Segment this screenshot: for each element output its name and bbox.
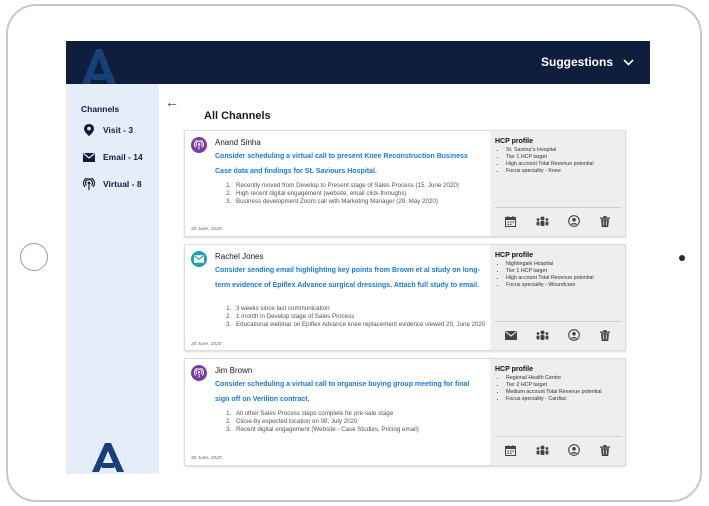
delete-icon[interactable] (598, 443, 612, 457)
suggestion-card[interactable]: Rachel Jones Consider sending email high… (184, 244, 626, 351)
contact-name: Anand Sinha (215, 138, 261, 147)
suggestion-message[interactable]: Consider scheduling a virtual call to or… (215, 377, 483, 407)
card-date: 30 June, 2020 (191, 456, 222, 461)
hcp-profile-item: High account Total Revenue potential (506, 161, 626, 168)
suggestions-dropdown[interactable]: Suggestions (541, 55, 634, 69)
sidebar-item-label: Virtual - 8 (103, 179, 142, 189)
contact-profile-icon[interactable] (567, 328, 581, 342)
brand-logo (82, 49, 116, 84)
hcp-profile-list: Regional Health Centre Tier 2 HCP target… (495, 375, 626, 403)
suggestion-card[interactable]: Anand Sinha Consider scheduling a virtua… (184, 130, 626, 237)
top-bar: Suggestions (66, 41, 650, 84)
camera-dot (679, 255, 685, 261)
hcp-profile-item: Focus speciality - Cardiac (506, 396, 626, 403)
reason-item: Business development Zoom call with Mark… (233, 198, 488, 206)
suggestion-message[interactable]: Consider scheduling a virtual call to pr… (215, 149, 483, 179)
app-screen: Suggestions Channels Visit - 3 Email - 1… (66, 41, 650, 474)
card-actions (495, 207, 621, 228)
suggestion-card[interactable]: Jim Brown Consider scheduling a virtual … (184, 358, 626, 466)
calendar-icon[interactable] (504, 214, 518, 228)
email-channel-icon (191, 251, 207, 267)
reason-item: Close-by expected location on 08, July 2… (233, 418, 488, 426)
hcp-profile-panel: HCP profile Regional Health Centre Tier … (491, 359, 625, 465)
contact-name: Jim Brown (215, 366, 253, 375)
channels-sidebar: Channels Visit - 3 Email - 14 Virtual - … (66, 84, 159, 474)
hcp-profile-item: Focus speciality - Knee (506, 168, 626, 175)
hcp-profile-item: Nightingale Hospital (506, 261, 626, 268)
card-body: Jim Brown Consider scheduling a virtual … (185, 359, 490, 465)
reason-list: All other Sales Process steps complete f… (215, 410, 488, 434)
brand-logo-bottom (92, 443, 124, 472)
hcp-profile-item: Tier 2 HCP target (506, 382, 626, 389)
sidebar-item-label: Email - 14 (103, 152, 143, 162)
contact-profile-icon[interactable] (567, 443, 581, 457)
reason-item: Educational webinar on Epiflex Advance k… (233, 321, 488, 329)
home-button[interactable] (20, 243, 48, 271)
delete-icon[interactable] (598, 328, 612, 342)
sidebar-item-virtual[interactable]: Virtual - 8 (83, 178, 142, 190)
group-icon[interactable] (535, 214, 549, 228)
hcp-profile-item: Regional Health Centre (506, 375, 626, 382)
card-actions (495, 436, 621, 457)
suggestion-message[interactable]: Consider sending email highlighting key … (215, 263, 483, 293)
suggestions-label: Suggestions (540, 55, 613, 69)
back-arrow-icon[interactable]: ← (165, 94, 179, 110)
envelope-icon (83, 151, 95, 163)
card-body: Rachel Jones Consider sending email high… (185, 245, 490, 350)
broadcast-icon (83, 178, 95, 190)
reason-item: 1 month in Develop stage of Sales Proces… (233, 313, 488, 321)
card-date: 30 June, 2020 (191, 342, 222, 347)
location-pin-icon (83, 124, 95, 136)
delete-icon[interactable] (598, 214, 612, 228)
reason-item: Recent digital engagement (Website - Cas… (233, 426, 488, 434)
virtual-channel-icon (191, 137, 207, 153)
calendar-icon[interactable] (504, 443, 518, 457)
hcp-profile-title: HCP profile (495, 252, 533, 259)
sidebar-item-label: Visit - 3 (103, 125, 134, 135)
reason-item: High recent digital engagement (website,… (233, 190, 488, 198)
sidebar-item-visit[interactable]: Visit - 3 (83, 124, 133, 136)
hcp-profile-item: Focus speciality - Woundcare (506, 282, 626, 289)
sidebar-item-email[interactable]: Email - 14 (83, 151, 143, 163)
hcp-profile-list: Nightingale Hospital Tier 1 HCP target H… (495, 261, 626, 289)
card-actions (495, 321, 621, 342)
sidebar-title: Channels (81, 104, 120, 114)
hcp-profile-title: HCP profile (495, 138, 533, 145)
page-title: All Channels (204, 110, 271, 122)
hcp-profile-panel: HCP profile Nightingale Hospital Tier 1 … (491, 245, 625, 350)
reason-item: All other Sales Process steps complete f… (233, 410, 488, 418)
group-icon[interactable] (535, 443, 549, 457)
hcp-profile-list: St. Saviour's Hospital Tier 1 HCP target… (495, 147, 626, 175)
hcp-profile-title: HCP profile (495, 366, 533, 373)
hcp-profile-item: High account Total Revenue potential (506, 275, 626, 282)
card-body: Anand Sinha Consider scheduling a virtua… (185, 131, 490, 236)
group-icon[interactable] (535, 328, 549, 342)
reason-list: 3 weeks since last communication 1 month… (215, 305, 488, 329)
hcp-profile-item: Tier 1 HCP target (506, 154, 626, 161)
contact-name: Rachel Jones (215, 252, 264, 261)
reason-list: Recently moved from Develop to Present s… (215, 182, 488, 206)
chevron-down-icon (623, 58, 634, 66)
envelope-icon[interactable] (504, 328, 518, 342)
hcp-profile-item: Medium account Total Revenue potential (506, 389, 626, 396)
hcp-profile-item: St. Saviour's Hospital (506, 147, 626, 154)
hcp-profile-panel: HCP profile St. Saviour's Hospital Tier … (491, 131, 625, 236)
contact-profile-icon[interactable] (567, 214, 581, 228)
virtual-channel-icon (191, 365, 207, 381)
card-date: 30 June, 2020 (191, 227, 222, 232)
reason-item: Recently moved from Develop to Present s… (233, 182, 488, 190)
reason-item: 3 weeks since last communication (233, 305, 488, 313)
hcp-profile-item: Tier 1 HCP target (506, 268, 626, 275)
